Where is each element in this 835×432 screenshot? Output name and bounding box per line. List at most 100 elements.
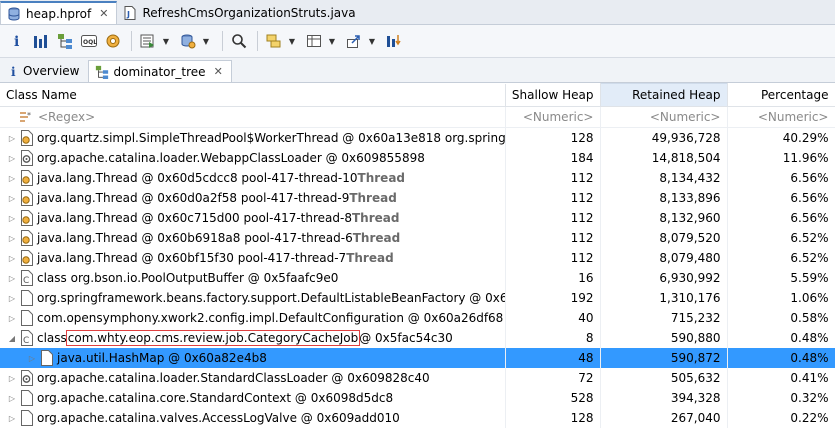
table-row[interactable]: ▷ java.util.HashMap @ 0x60a82e4b8 48 590,87… bbox=[0, 348, 835, 368]
class-name-text: class org.bson.io.PoolOutputBuffer @ 0x5… bbox=[37, 271, 339, 285]
chevron-down-icon[interactable]: ▼ bbox=[287, 30, 297, 52]
table-row[interactable]: ▷ java.lang.Thread @ 0x60d5cdcc8 pool-417… bbox=[0, 168, 835, 188]
thread-overview-icon[interactable] bbox=[102, 30, 124, 52]
class-name-cell[interactable]: ▷ java.lang.Thread @ 0x60c715d00 pool-417… bbox=[0, 208, 506, 228]
table-row[interactable]: ▷ Cclass org.bson.io.PoolOutputBuffer @ 0… bbox=[0, 268, 835, 288]
shallow-heap-cell: 128 bbox=[505, 408, 601, 428]
class-name-cell[interactable]: ▷ org.quartz.simpl.SimpleThreadPool$Worke… bbox=[0, 127, 506, 148]
regex-filter-cell[interactable]: * <Regex> bbox=[0, 106, 506, 128]
retained-filter-input[interactable]: <Numeric> bbox=[600, 106, 728, 128]
class-name-cell[interactable]: ▷ Cclass org.bson.io.PoolOutputBuffer @ 0… bbox=[0, 268, 506, 288]
tab-overview[interactable]: i Overview bbox=[4, 60, 88, 82]
tab-dominator-tree[interactable]: dominator_tree ✕ bbox=[87, 60, 232, 82]
regex-filter-input[interactable]: <Regex> bbox=[38, 110, 95, 124]
table-row[interactable]: ▷ java.lang.Thread @ 0x60b6918a8 pool-417… bbox=[0, 228, 835, 248]
class-name-text: java.lang.Thread @ 0x60d5cdcc8 pool-417-… bbox=[37, 171, 358, 185]
oql-icon[interactable]: OQL bbox=[78, 30, 100, 52]
retained-heap-cell: 590,880 bbox=[600, 328, 728, 348]
editor-tab-heap-hprof[interactable]: heap.hprof ✕ bbox=[0, 1, 118, 24]
expand-triangle-icon[interactable]: ▷ bbox=[6, 314, 18, 323]
expand-triangle-icon[interactable]: ▷ bbox=[26, 354, 38, 363]
expanded-triangle-icon[interactable]: ◢ bbox=[6, 334, 18, 343]
expand-triangle-icon[interactable]: ▷ bbox=[6, 154, 18, 163]
chevron-down-icon[interactable]: ▼ bbox=[367, 30, 377, 52]
column-header-retained-heap[interactable]: Retained Heap bbox=[600, 83, 728, 107]
table-row[interactable]: ▷ java.lang.Thread @ 0x60bf15f30 pool-417… bbox=[0, 248, 835, 268]
table-row[interactable]: ▷ org.springframework.beans.factory.suppo… bbox=[0, 288, 835, 308]
expand-triangle-icon[interactable]: ▷ bbox=[6, 294, 18, 303]
retained-heap-cell: 267,040 bbox=[600, 408, 728, 428]
thread-object-icon bbox=[20, 230, 34, 246]
table-row[interactable]: ▷ java.lang.Thread @ 0x60c715d00 pool-417… bbox=[0, 208, 835, 228]
column-header-class-name[interactable]: Class Name bbox=[0, 83, 506, 107]
table-row[interactable]: ▷ org.quartz.simpl.SimpleThreadPool$Worke… bbox=[0, 127, 835, 148]
info-icon[interactable]: i bbox=[6, 30, 28, 52]
class-name-cell[interactable]: ▷ java.lang.Thread @ 0x60d5cdcc8 pool-417… bbox=[0, 168, 506, 188]
table-row[interactable]: ▷ org.apache.catalina.valves.AccessLogVal… bbox=[0, 408, 835, 428]
shallow-heap-cell: 528 bbox=[505, 388, 601, 408]
table-row[interactable]: ▷ org.apache.catalina.loader.StandardClas… bbox=[0, 368, 835, 388]
expand-triangle-icon[interactable]: ▷ bbox=[6, 274, 18, 283]
chevron-down-icon[interactable]: ▼ bbox=[327, 30, 337, 52]
shallow-heap-cell: 112 bbox=[505, 188, 601, 208]
expand-triangle-icon[interactable]: ▷ bbox=[6, 414, 18, 423]
class-name-cell[interactable]: ▷ java.lang.Thread @ 0x60b6918a8 pool-417… bbox=[0, 228, 506, 248]
chevron-down-icon[interactable]: ▼ bbox=[201, 30, 211, 52]
editor-tab-label: RefreshCmsOrganizationStruts.java bbox=[142, 5, 356, 20]
class-name-cell[interactable]: ▷ org.apache.catalina.core.StandardContex… bbox=[0, 388, 506, 408]
class-name-cell[interactable]: ▷ java.util.HashMap @ 0x60a82e4b8 bbox=[0, 348, 506, 368]
expand-triangle-icon[interactable]: ▷ bbox=[6, 234, 18, 243]
expand-triangle-icon[interactable]: ▷ bbox=[6, 394, 18, 403]
shallow-heap-cell: 112 bbox=[505, 208, 601, 228]
editor-tab-label: heap.hprof bbox=[26, 6, 92, 21]
expand-triangle-icon[interactable]: ▷ bbox=[6, 194, 18, 203]
class-name-text: com.opensymphony.xwork2.config.impl.Defa… bbox=[37, 311, 504, 325]
class-name-cell[interactable]: ◢ Cclass com.whty.eop.cms.review.job.Cate… bbox=[0, 328, 506, 348]
class-name-cell[interactable]: ▷ org.springframework.beans.factory.suppo… bbox=[0, 288, 506, 308]
thread-object-icon bbox=[20, 210, 34, 226]
class-name-text: org.apache.catalina.valves.AccessLogValv… bbox=[37, 411, 400, 425]
percentage-filter-input[interactable]: <Numeric> bbox=[727, 106, 835, 128]
table-row[interactable]: ◢ Cclass com.whty.eop.cms.review.job.Cate… bbox=[0, 328, 835, 348]
class-name-cell[interactable]: ▷ org.apache.catalina.loader.WebappClassL… bbox=[0, 148, 506, 168]
table-row[interactable]: ▷ org.apache.catalina.loader.WebappClassL… bbox=[0, 148, 835, 168]
table-row[interactable]: ▷ com.opensymphony.xwork2.config.impl.Def… bbox=[0, 308, 835, 328]
export-icon[interactable] bbox=[343, 30, 365, 52]
close-icon[interactable]: ✕ bbox=[214, 65, 223, 78]
class-name-cell[interactable]: ▷ org.apache.catalina.loader.StandardClas… bbox=[0, 368, 506, 388]
column-header-shallow-heap[interactable]: Shallow Heap bbox=[505, 83, 601, 107]
thread-label: Thread bbox=[351, 211, 400, 225]
table-row[interactable]: ▷ org.apache.catalina.core.StandardContex… bbox=[0, 388, 835, 408]
retained-heap-cell: 8,134,432 bbox=[600, 168, 728, 188]
chevron-down-icon[interactable]: ▼ bbox=[161, 30, 171, 52]
percentage-cell: 11.96% bbox=[727, 148, 835, 168]
query-browser-icon[interactable] bbox=[137, 30, 159, 52]
expand-triangle-icon[interactable]: ▷ bbox=[6, 374, 18, 383]
expand-triangle-icon[interactable]: ▷ bbox=[6, 174, 18, 183]
toolbar: i OQL ▼ ▼ ▼ ▼ ▼ bbox=[0, 25, 835, 58]
class-name-cell[interactable]: ▷ com.opensymphony.xwork2.config.impl.Def… bbox=[0, 308, 506, 328]
toolbar-separator bbox=[257, 31, 258, 51]
class-name-text: org.apache.catalina.loader.StandardClass… bbox=[37, 371, 430, 385]
group-by-icon[interactable] bbox=[263, 30, 285, 52]
histogram-icon[interactable] bbox=[30, 30, 52, 52]
shallow-filter-input[interactable]: <Numeric> bbox=[505, 106, 601, 128]
class-name-cell[interactable]: ▷ java.lang.Thread @ 0x60d0a2f58 pool-417… bbox=[0, 188, 506, 208]
shallow-heap-cell: 16 bbox=[505, 268, 601, 288]
heap-dump-overview-icon[interactable] bbox=[177, 30, 199, 52]
class-name-cell[interactable]: ▷ org.apache.catalina.valves.AccessLogVal… bbox=[0, 408, 506, 428]
expand-triangle-icon[interactable]: ▷ bbox=[6, 134, 18, 143]
expand-triangle-icon[interactable]: ▷ bbox=[6, 254, 18, 263]
calculate-retained-icon[interactable] bbox=[303, 30, 325, 52]
retained-heap-cell: 8,079,480 bbox=[600, 248, 728, 268]
expand-triangle-icon[interactable]: ▷ bbox=[6, 214, 18, 223]
close-icon[interactable]: ✕ bbox=[99, 7, 108, 20]
table-row[interactable]: ▷ java.lang.Thread @ 0x60d0a2f58 pool-417… bbox=[0, 188, 835, 208]
editor-tab-java-file[interactable]: J RefreshCmsOrganizationStruts.java bbox=[117, 1, 363, 24]
search-icon[interactable] bbox=[228, 30, 250, 52]
dominator-tree-icon[interactable] bbox=[54, 30, 76, 52]
percentage-cell: 0.32% bbox=[727, 388, 835, 408]
pin-icon[interactable] bbox=[383, 30, 405, 52]
column-header-percentage[interactable]: Percentage bbox=[727, 83, 835, 107]
class-name-cell[interactable]: ▷ java.lang.Thread @ 0x60bf15f30 pool-417… bbox=[0, 248, 506, 268]
